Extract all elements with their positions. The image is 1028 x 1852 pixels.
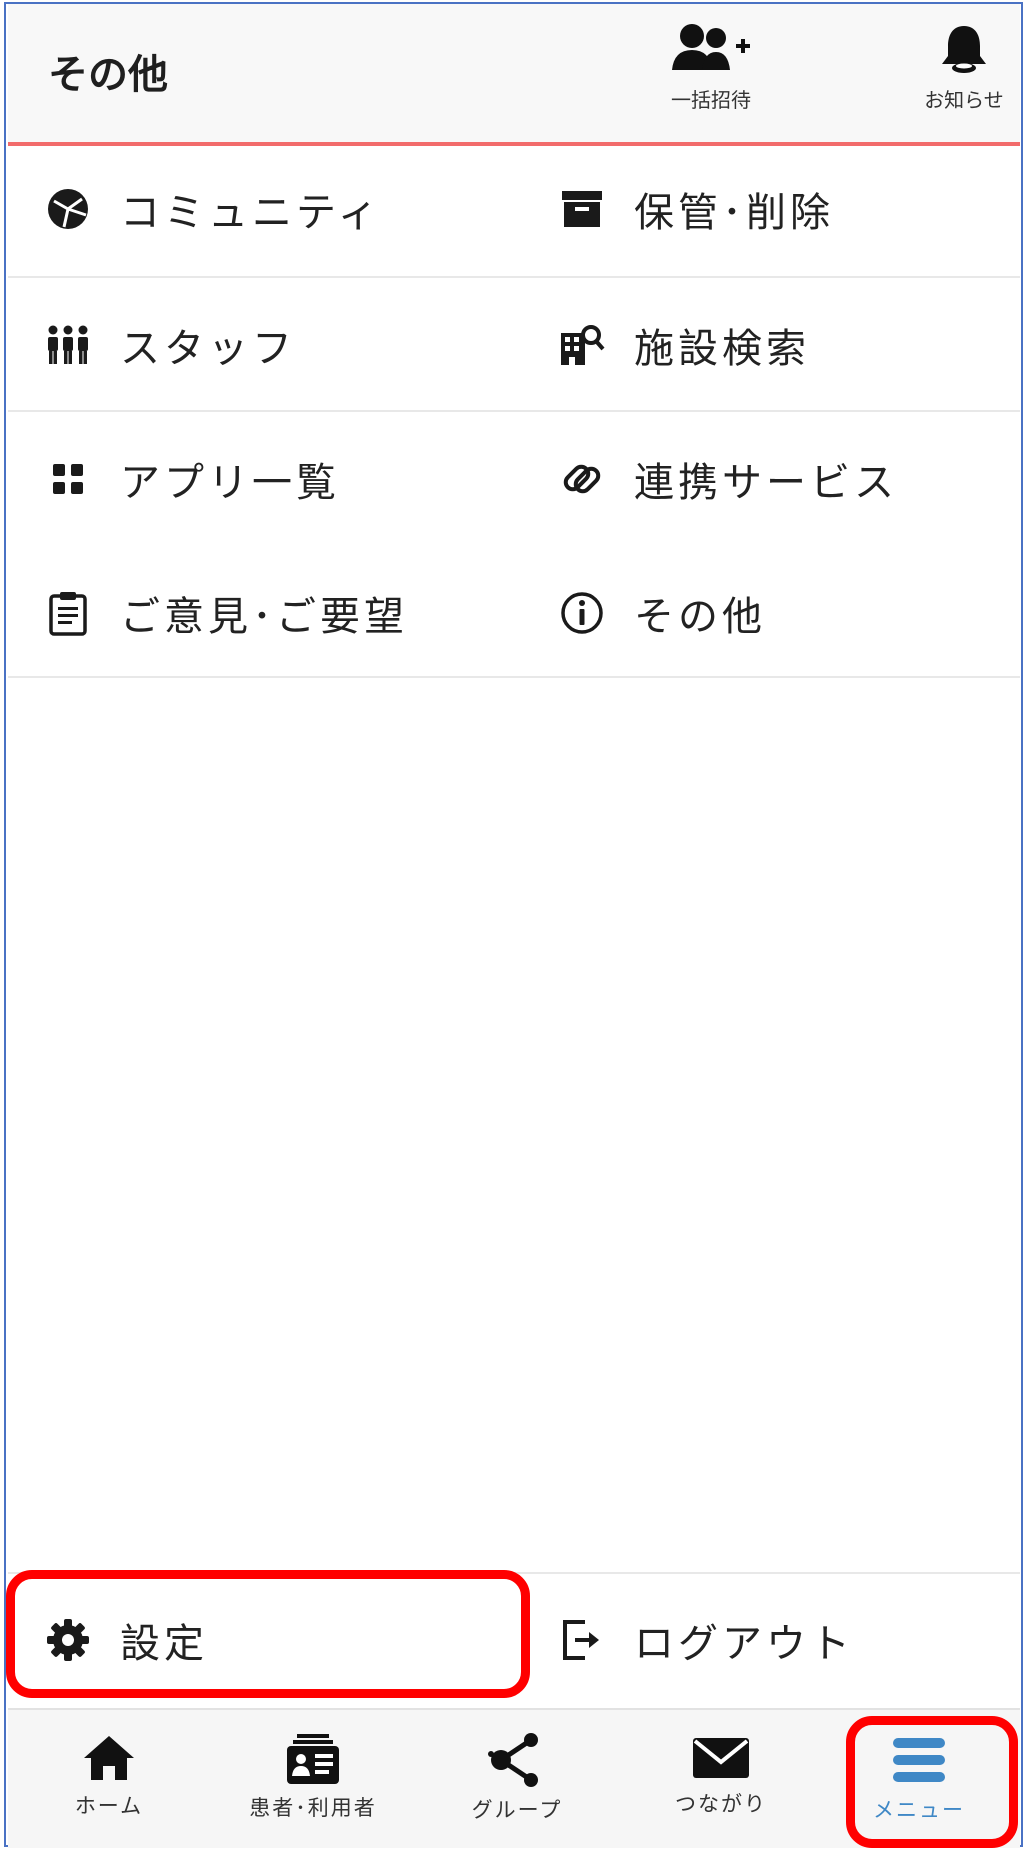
- nav-patients[interactable]: 患者･利用者: [212, 1710, 414, 1848]
- menu-item-feedback[interactable]: ご意見･ご要望: [44, 546, 544, 680]
- nav-patients-label: 患者･利用者: [249, 1796, 377, 1820]
- app-header: その他 一括招待 お知らせ: [8, 4, 1020, 146]
- divider: [8, 676, 1020, 678]
- info-icon: [558, 589, 606, 637]
- menu-row: コミュニティ 保管･削除: [8, 142, 1020, 276]
- menu-item-staff[interactable]: スタッフ: [44, 278, 544, 412]
- link-icon: [558, 455, 606, 503]
- notifications-label: お知らせ: [924, 88, 1004, 112]
- envelope-icon: [693, 1738, 749, 1778]
- building-search-icon: [558, 321, 606, 369]
- nav-groups-label: グループ: [471, 1798, 563, 1822]
- menu-label-feedback: ご意見･ご要望: [120, 594, 408, 640]
- grid-icon: [44, 455, 92, 503]
- menu-label-staff: スタッフ: [120, 326, 296, 372]
- menu-row: ご意見･ご要望 その他: [8, 546, 1020, 680]
- nav-connections[interactable]: つながり: [620, 1710, 822, 1848]
- add-users-icon: [672, 24, 750, 70]
- menu-item-archive-delete[interactable]: 保管･削除: [558, 142, 1028, 276]
- menu-label-app-list: アプリ一覧: [120, 460, 340, 506]
- archive-box-icon: [558, 185, 606, 233]
- notifications-button[interactable]: お知らせ: [914, 22, 1014, 132]
- nav-connections-label: つながり: [675, 1792, 767, 1816]
- clipboard-icon: [44, 589, 92, 637]
- menu-row: スタッフ 施設検索: [8, 278, 1020, 412]
- menu-row: アプリ一覧 連携サービス: [8, 412, 1020, 546]
- nav-home-label: ホーム: [74, 1794, 144, 1818]
- nav-home[interactable]: ホーム: [8, 1710, 210, 1848]
- menu-label-archive-delete: 保管･削除: [634, 190, 834, 236]
- menu-item-community[interactable]: コミュニティ: [44, 142, 544, 276]
- menu-item-linked-services[interactable]: 連携サービス: [558, 412, 1028, 546]
- logout-icon: [558, 1616, 606, 1664]
- id-card-icon: [287, 1734, 339, 1784]
- menu-item-app-list[interactable]: アプリ一覧: [44, 412, 544, 546]
- nav-groups[interactable]: グループ: [416, 1710, 618, 1848]
- bell-icon: [942, 26, 986, 73]
- logout-label: ログアウト: [634, 1621, 854, 1667]
- globe-icon: [44, 185, 92, 233]
- menu-label-linked-services: 連携サービス: [634, 460, 898, 506]
- menu-highlight-box: [846, 1716, 1018, 1848]
- bulk-invite-label: 一括招待: [671, 88, 751, 112]
- settings-highlight-box: [6, 1570, 530, 1698]
- menu-label-community: コミュニティ: [120, 190, 382, 236]
- page-title: その他: [48, 52, 168, 98]
- logout-button[interactable]: ログアウト: [558, 1572, 1028, 1708]
- menu-label-facility-search: 施設検索: [634, 326, 810, 372]
- share-network-icon: [488, 1733, 538, 1787]
- menu-item-facility-search[interactable]: 施設検索: [558, 278, 1028, 412]
- menu-label-other: その他: [634, 594, 766, 640]
- menu-item-other[interactable]: その他: [558, 546, 1028, 680]
- home-icon: [84, 1736, 134, 1780]
- staff-group-icon: [44, 321, 92, 369]
- bulk-invite-button[interactable]: 一括招待: [656, 22, 766, 132]
